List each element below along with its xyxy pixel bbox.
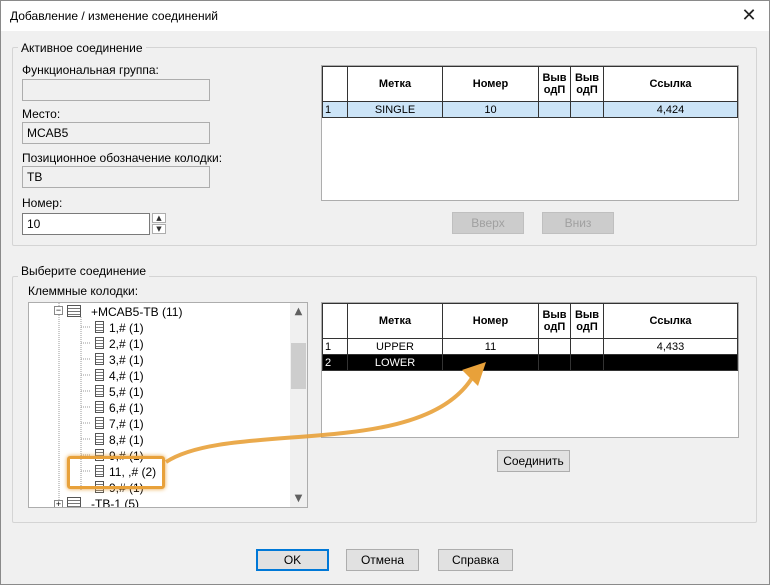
help-button[interactable]: Справка	[438, 549, 513, 571]
cancel-button[interactable]: Отмена	[346, 549, 419, 571]
connect-button[interactable]: Соединить	[497, 450, 570, 472]
callout-arrow	[164, 362, 486, 464]
ok-button[interactable]: OK	[256, 549, 329, 571]
